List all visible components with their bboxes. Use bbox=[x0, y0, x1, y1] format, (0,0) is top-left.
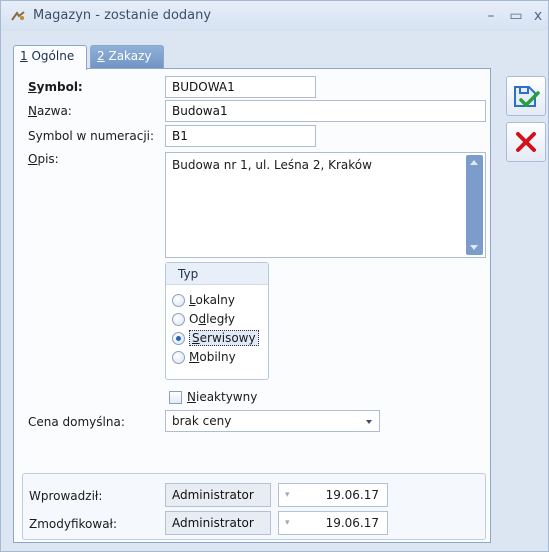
maximize-button[interactable]: ▭ bbox=[506, 6, 526, 26]
wprowadzil-date: ▾ 19.06.17 bbox=[278, 483, 388, 507]
tab-number: 2 bbox=[97, 49, 105, 63]
wprowadzil-user: Administrator bbox=[165, 483, 271, 507]
opis-text: Budowa nr 1, ul. Leśna 2, Kraków bbox=[172, 158, 372, 172]
opis-textarea[interactable]: Budowa nr 1, ul. Leśna 2, Kraków bbox=[165, 152, 486, 258]
wprowadzil-label: Wprowadził: bbox=[29, 489, 103, 503]
nieaktywny-label: Nieaktywny bbox=[187, 390, 258, 404]
zmodyfikowal-label: Zmodyfikował: bbox=[29, 517, 118, 531]
window-title: Magazyn - zostanie dodany bbox=[33, 8, 212, 23]
zmodyfikowal-user: Administrator bbox=[165, 511, 271, 535]
typ-group-title: Typ bbox=[178, 267, 199, 281]
cena-domyslna-select[interactable]: brak ceny bbox=[165, 410, 380, 432]
chevron-down-icon: ▾ bbox=[285, 490, 290, 500]
radio-button[interactable] bbox=[172, 293, 185, 307]
scroll-up-icon[interactable] bbox=[470, 160, 478, 165]
scroll-down-icon[interactable] bbox=[470, 245, 478, 250]
tab-panel-ogolne: Symbol: BUDOWA1 Nazwa: Budowa1 Symbol w … bbox=[13, 68, 491, 543]
save-check-icon bbox=[514, 86, 540, 107]
audit-box: Wprowadził: Administrator ▾ 19.06.17 Zmo… bbox=[22, 473, 486, 540]
opis-label: Opis: bbox=[28, 152, 59, 166]
radio-lokalny[interactable]: Lokalny bbox=[172, 291, 235, 309]
typ-group-header: Typ bbox=[166, 263, 268, 285]
radio-button[interactable] bbox=[172, 350, 185, 364]
warehouse-icon bbox=[11, 11, 25, 21]
minimize-button[interactable]: – bbox=[481, 6, 501, 26]
close-button[interactable]: x bbox=[528, 6, 548, 26]
symbol-numeracja-label: Symbol w numeracji: bbox=[28, 129, 155, 143]
zmodyfikowal-date: ▾ 19.06.17 bbox=[278, 511, 388, 535]
chevron-down-icon: ▾ bbox=[285, 518, 290, 528]
symbol-label: Symbol: bbox=[28, 80, 83, 94]
tab-number: 1 bbox=[20, 49, 28, 63]
nazwa-field[interactable]: Budowa1 bbox=[165, 100, 486, 122]
nieaktywny-checkbox-row[interactable]: Nieaktywny bbox=[169, 388, 257, 406]
cena-domyslna-label: Cena domyślna: bbox=[28, 415, 125, 429]
dialog-window: Magazyn - zostanie dodany – ▭ x 1 Ogólne… bbox=[0, 0, 549, 552]
tab-zakazy[interactable]: 2 Zakazy bbox=[90, 45, 164, 69]
radio-mobilny[interactable]: Mobilny bbox=[172, 348, 236, 366]
tab-label: Ogólne bbox=[31, 49, 75, 63]
radio-serwisowy[interactable]: Serwisowy bbox=[172, 329, 259, 347]
typ-group: Typ Lokalny Odległy Serwisowy Mobilny bbox=[165, 262, 269, 380]
nieaktywny-checkbox[interactable] bbox=[169, 390, 182, 404]
tab-label: Zakazy bbox=[108, 49, 152, 63]
nazwa-label: Nazwa: bbox=[28, 104, 72, 118]
save-button[interactable] bbox=[506, 76, 546, 116]
chevron-down-icon[interactable] bbox=[366, 420, 372, 424]
title-bar: Magazyn - zostanie dodany – ▭ x bbox=[1, 1, 548, 31]
symbol-field[interactable]: BUDOWA1 bbox=[165, 76, 316, 98]
symbol-numeracja-field[interactable]: B1 bbox=[165, 125, 316, 147]
opis-scrollbar[interactable] bbox=[466, 155, 483, 255]
radio-button[interactable] bbox=[172, 312, 185, 326]
cancel-x-icon bbox=[516, 132, 536, 152]
radio-odlegly[interactable]: Odległy bbox=[172, 310, 235, 328]
cena-domyslna-value: brak ceny bbox=[172, 414, 232, 428]
radio-button-checked[interactable] bbox=[172, 331, 185, 345]
tab-ogolne[interactable]: 1 Ogólne bbox=[13, 45, 87, 70]
cancel-button[interactable] bbox=[506, 122, 546, 162]
